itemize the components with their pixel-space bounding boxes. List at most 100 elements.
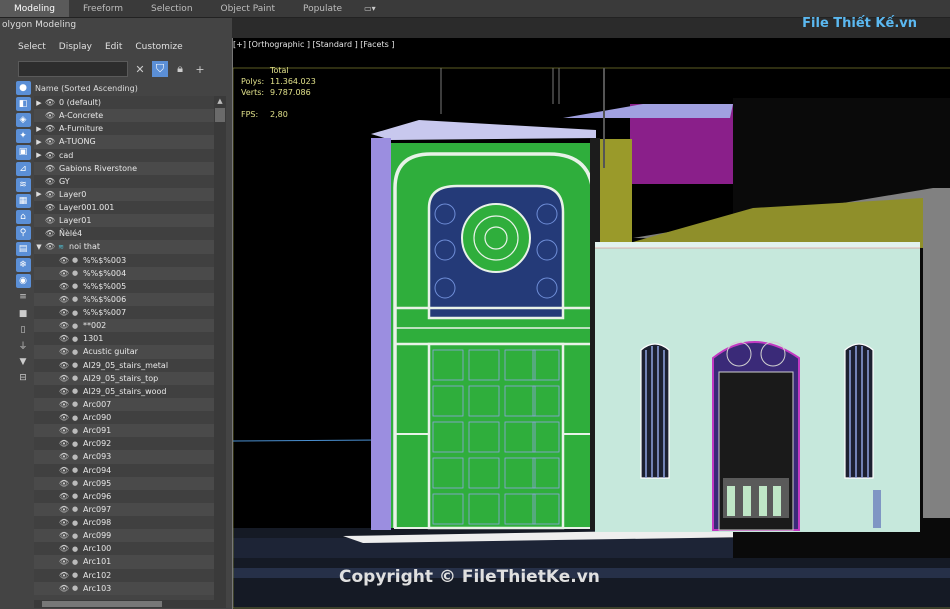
tree-row[interactable]: ▶ 👁︎ A-Furniture (34, 122, 214, 136)
expand-arrow-icon[interactable]: ▶ (34, 99, 44, 107)
visibility-eye-icon[interactable]: 👁︎ (58, 452, 70, 461)
visibility-eye-icon[interactable]: 👁︎ (58, 584, 70, 593)
add-layer-icon[interactable]: + (192, 61, 208, 77)
visibility-eye-icon[interactable]: 👁︎ (58, 466, 70, 475)
visibility-eye-icon[interactable]: 👁︎ (58, 321, 70, 330)
shape-icon[interactable]: ◈ (15, 113, 31, 128)
visibility-eye-icon[interactable]: 👁︎ (58, 531, 70, 540)
collapse-arrow-icon[interactable]: ▼ (34, 243, 44, 251)
helper-icon[interactable]: ⊿ (15, 161, 31, 176)
visibility-eye-icon[interactable]: 👁︎ (58, 426, 70, 435)
tree-row[interactable]: 👁︎ ● Arc098 (34, 516, 214, 530)
square-icon[interactable]: ■ (16, 307, 31, 321)
tree-row[interactable]: 👁︎ ● **002 (34, 319, 214, 333)
tree-row[interactable]: 👁︎ ● Arc097 (34, 502, 214, 516)
visibility-icon[interactable]: ◉ (15, 274, 31, 289)
tree-row[interactable]: 👁︎ Layer01 (34, 214, 214, 228)
menu-display[interactable]: Display (59, 42, 92, 52)
menu-edit[interactable]: Edit (105, 42, 122, 52)
visibility-eye-icon[interactable]: 👁︎ (58, 492, 70, 501)
visibility-eye-icon[interactable]: 👁︎ (44, 124, 56, 133)
tab-selection[interactable]: Selection (137, 0, 206, 17)
visibility-eye-icon[interactable]: 👁︎ (58, 439, 70, 448)
viewport-orthographic[interactable]: [+] [Orthographic ] [Standard ] [Facets … (232, 16, 950, 609)
tree-row[interactable]: 👁︎ ● Arc102 (34, 568, 214, 582)
tree-row[interactable]: 👁︎ ● %%$%006 (34, 292, 214, 306)
visibility-eye-icon[interactable]: 👁︎ (58, 571, 70, 580)
layer-manager-icon[interactable]: ⊟ (16, 371, 31, 385)
spacewarp-icon[interactable]: ≋ (15, 177, 31, 192)
funnel-icon[interactable]: ⏚ (16, 339, 31, 353)
tree-row[interactable]: 👁︎ ● Arc095 (34, 476, 214, 490)
particle-icon[interactable]: ❄ (15, 258, 31, 273)
visibility-eye-icon[interactable]: 👁︎ (44, 229, 56, 238)
tree-row[interactable]: 👁︎ ● Arc007 (34, 397, 214, 411)
column-header-name[interactable]: Name (Sorted Ascending) (34, 82, 226, 95)
expand-arrow-icon[interactable]: ▶ (34, 190, 44, 198)
visibility-eye-icon[interactable]: 👁︎ (58, 387, 70, 396)
tree-row[interactable]: 👁︎ ● Arc091 (34, 424, 214, 438)
visibility-eye-icon[interactable]: 👁︎ (44, 177, 56, 186)
tree-row[interactable]: 👁︎ ● %%$%007 (34, 306, 214, 320)
expand-arrow-icon[interactable]: ▶ (34, 125, 44, 133)
visibility-eye-icon[interactable]: 👁︎ (44, 190, 56, 199)
page-icon[interactable]: ▯ (16, 323, 31, 337)
tree-row[interactable]: 👁︎ ● Arc096 (34, 489, 214, 503)
xref-icon[interactable]: ⌂ (15, 209, 31, 224)
tree-row[interactable]: 👁︎ ● Arc090 (34, 411, 214, 425)
tree-row[interactable]: ▶ 👁︎ A-TUONG (34, 135, 214, 149)
visibility-eye-icon[interactable]: 👁︎ (58, 505, 70, 514)
scroll-thumb[interactable] (215, 108, 225, 122)
tree-row[interactable]: 👁︎ ● %%$%004 (34, 266, 214, 280)
visibility-eye-icon[interactable]: 👁︎ (44, 216, 56, 225)
tab-populate[interactable]: Populate (289, 0, 356, 17)
search-input[interactable] (18, 61, 128, 77)
tree-row[interactable]: 👁︎ ● 1301 (34, 332, 214, 346)
tree-row[interactable]: 👁︎ GY (34, 174, 214, 188)
hscroll-thumb[interactable] (42, 601, 162, 607)
tree-row[interactable]: 👁︎ ● Arc099 (34, 529, 214, 543)
visibility-eye-icon[interactable]: 👁︎ (44, 203, 56, 212)
visibility-eye-icon[interactable]: 👁︎ (58, 347, 70, 356)
expand-arrow-icon[interactable]: ▶ (34, 138, 44, 146)
visibility-eye-icon[interactable]: 👁︎ (58, 544, 70, 553)
display-all-icon[interactable]: ● (15, 81, 31, 96)
visibility-eye-icon[interactable]: 👁︎ (44, 111, 56, 120)
tree-row[interactable]: 👁︎ ● %%$%005 (34, 279, 214, 293)
visibility-eye-icon[interactable]: 👁︎ (44, 98, 56, 107)
tree-row[interactable]: 👁︎ ● Acustic guitar (34, 345, 214, 359)
ribbon-options-icon[interactable]: ▭▾ (356, 0, 384, 17)
tree-row[interactable]: 👁︎ Layer001.001 (34, 201, 214, 215)
tree-row[interactable]: ▼ 👁︎ ≋ noi that (34, 240, 214, 254)
visibility-eye-icon[interactable]: 👁︎ (58, 256, 70, 265)
tree-row[interactable]: 👁︎ ● AI29_05_stairs_top (34, 371, 214, 385)
visibility-eye-icon[interactable]: 👁︎ (44, 242, 56, 251)
visibility-eye-icon[interactable]: 👁︎ (58, 308, 70, 317)
tab-freeform[interactable]: Freeform (69, 0, 137, 17)
tree-row[interactable]: 👁︎ ● Arc092 (34, 437, 214, 451)
group-icon[interactable]: ▦ (15, 193, 31, 208)
geometry-icon[interactable]: ◧ (15, 97, 31, 112)
filter-icon[interactable]: ▼ (16, 355, 31, 369)
visibility-eye-icon[interactable]: 👁︎ (58, 282, 70, 291)
visibility-eye-icon[interactable]: 👁︎ (44, 151, 56, 160)
visibility-eye-icon[interactable]: 👁︎ (58, 295, 70, 304)
tree-row[interactable]: 👁︎ ● Arc101 (34, 555, 214, 569)
menu-select[interactable]: Select (18, 42, 46, 52)
visibility-eye-icon[interactable]: 👁︎ (58, 400, 70, 409)
visibility-eye-icon[interactable]: 👁︎ (58, 413, 70, 422)
list-icon[interactable]: ≡ (16, 290, 31, 304)
tab-modeling[interactable]: Modeling (0, 0, 69, 17)
menu-customize[interactable]: Customize (135, 42, 182, 52)
visibility-eye-icon[interactable]: 👁︎ (58, 361, 70, 370)
viewport-label[interactable]: [+] [Orthographic ] [Standard ] [Facets … (233, 40, 394, 49)
lock-icon[interactable]: 🔒︎ (172, 61, 188, 77)
tree-row[interactable]: 👁︎ ● AI29_05_stairs_metal (34, 358, 214, 372)
close-icon[interactable]: ✕ (132, 61, 148, 77)
expand-arrow-icon[interactable]: ▶ (34, 151, 44, 159)
bone-icon[interactable]: ⚲ (15, 225, 31, 241)
visibility-eye-icon[interactable]: 👁︎ (58, 374, 70, 383)
light-icon[interactable]: ✦ (15, 129, 31, 144)
tree-row[interactable]: ▶ 👁︎ Layer0 (34, 187, 214, 201)
visibility-eye-icon[interactable]: 👁︎ (58, 518, 70, 527)
